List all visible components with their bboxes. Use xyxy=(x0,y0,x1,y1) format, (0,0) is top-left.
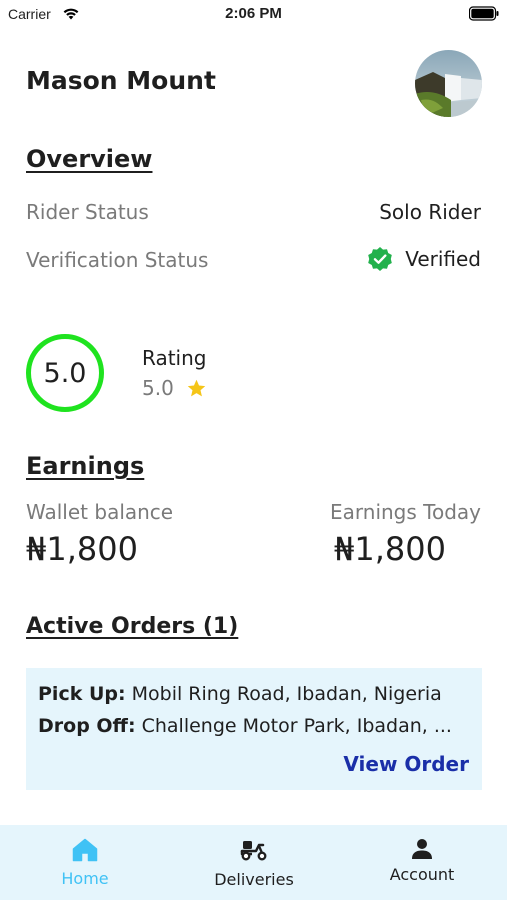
scooter-icon xyxy=(240,841,267,861)
tab-deliveries-label: Deliveries xyxy=(214,870,294,889)
wallet-balance-label: Wallet balance xyxy=(26,500,174,524)
clock-time: 2:06 PM xyxy=(225,5,282,22)
wallet-balance-value: ₦1,800 xyxy=(26,530,138,568)
rating-value-row: 5.0 xyxy=(142,376,207,400)
bottom-tab-bar: Home Deliveries Account xyxy=(0,825,507,900)
rating-score: 5.0 xyxy=(43,357,87,389)
active-orders-title: Active Orders (1) xyxy=(26,614,239,639)
battery-icon xyxy=(469,6,499,21)
verification-status-value: Verified xyxy=(405,247,481,271)
earnings-today-label: Earnings Today xyxy=(330,500,481,524)
home-icon xyxy=(72,838,98,862)
overview-title: Overview xyxy=(26,145,153,173)
person-icon xyxy=(412,839,432,859)
pickup-address: Mobil Ring Road, Ibadan, Nigeria xyxy=(131,683,442,705)
dropoff-address: Challenge Motor Park, Ibadan, ... xyxy=(141,715,452,737)
star-icon xyxy=(187,379,206,396)
dropoff-row: Drop Off: Challenge Motor Park, Ibadan, … xyxy=(38,715,452,737)
tab-home-label: Home xyxy=(61,869,109,888)
rider-status-value: Solo Rider xyxy=(379,200,481,224)
avatar[interactable] xyxy=(415,50,482,117)
rating-label: Rating xyxy=(142,346,207,370)
user-name: Mason Mount xyxy=(26,66,216,95)
verified-badge-icon xyxy=(368,247,392,271)
tab-deliveries[interactable]: Deliveries xyxy=(204,825,304,900)
rating-value: 5.0 xyxy=(142,376,174,400)
pickup-label: Pick Up: xyxy=(38,683,126,705)
pickup-row: Pick Up: Mobil Ring Road, Ibadan, Nigeri… xyxy=(38,683,442,705)
view-order-button[interactable]: View Order xyxy=(343,752,469,776)
verification-status: Verified xyxy=(367,246,481,272)
status-bar: Carrier 2:06 PM xyxy=(0,0,507,30)
earnings-title: Earnings xyxy=(26,452,145,480)
active-order-card[interactable]: Pick Up: Mobil Ring Road, Ibadan, Nigeri… xyxy=(26,668,482,790)
tab-account[interactable]: Account xyxy=(382,825,462,900)
tab-home[interactable]: Home xyxy=(45,825,125,900)
verification-status-label: Verification Status xyxy=(26,248,209,272)
avatar-image xyxy=(415,50,482,117)
rating-circle: 5.0 xyxy=(26,334,104,412)
rider-status-label: Rider Status xyxy=(26,200,149,224)
dropoff-label: Drop Off: xyxy=(38,715,136,737)
earnings-today-value: ₦1,800 xyxy=(334,530,446,568)
tab-account-label: Account xyxy=(389,865,455,884)
